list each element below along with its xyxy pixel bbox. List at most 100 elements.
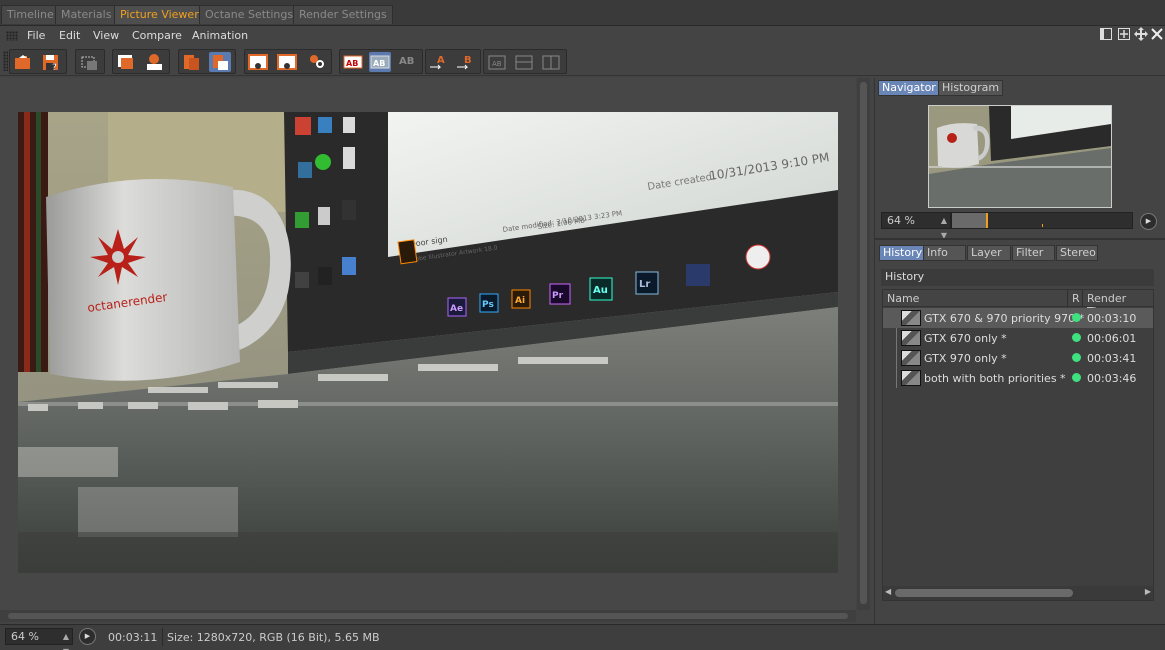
panel-tab-bar: Timeline Materials Picture Viewer Octane… [0,0,1165,26]
view-actual-icon[interactable] [276,52,298,72]
svg-text:AB: AB [346,59,358,68]
dock-au-icon: Au [593,285,608,296]
svg-text:AB: AB [373,59,385,68]
tab-render-settings[interactable]: Render Settings [293,5,393,24]
status-bar: 64 % ▲▼ ▶ 00:03:11 Size: 1280x720, RGB (… [0,624,1165,650]
status-zoom-field[interactable]: 64 % ▲▼ [5,628,73,650]
status-play-icon[interactable]: ▶ [79,628,96,645]
set-b-icon[interactable]: B [455,52,477,72]
svg-text:A: A [437,55,445,66]
toolbar-group-ab: A B [425,49,481,74]
layers-icon[interactable] [181,52,203,72]
history-row-name: GTX 670 & 970 priority 970 * [924,312,1085,325]
tab-navigator[interactable]: Navigator [878,80,940,96]
column-r[interactable]: R [1072,292,1080,305]
scroll-right-icon[interactable]: ▶ [1145,587,1151,596]
tab-filter[interactable]: Filter [1012,245,1055,261]
compare-split-icon[interactable]: AB [369,52,391,72]
menu-animation[interactable]: Animation [192,29,248,42]
toolbar-group-compare: AB AB AB [339,49,423,74]
picture-viewer-canvas[interactable]: Door sign Adobe Illustrator Artwork 18.0… [0,78,856,610]
tab-octane-settings[interactable]: Octane Settings [199,5,300,24]
history-row-time: 00:06:01 [1087,332,1137,345]
dock-ai-icon: Ai [515,296,525,306]
toolbar-group-layers [178,49,236,74]
tab-info[interactable]: Info [923,245,966,261]
dock-lr-icon: Lr [639,279,650,290]
navigator-zoom-value: 64 % [887,214,915,227]
tab-picture-viewer[interactable]: Picture Viewer [114,5,205,24]
viewer-horizontal-scrollbar[interactable] [0,610,856,622]
status-image-size: Size: 1280x720, RGB (16 Bit), 5.65 MB [167,631,380,644]
history-table: Name R Render Time GTX 670 & 970 priorit… [882,289,1154,601]
status-zoom-value: 64 % [11,630,39,643]
panel-layout-icon[interactable] [1100,28,1112,40]
save-as-icon[interactable]: ? [40,52,62,72]
status-dot-icon [1072,353,1081,362]
history-row-time: 00:03:41 [1087,352,1137,365]
status-dot-icon [1072,333,1081,342]
toolbar-group-view [244,49,332,74]
toolbar-grip[interactable] [3,51,8,71]
right-panel: Navigator Histogram 64 % ▲ ▼ ▶ History In… [874,78,1165,624]
menu-edit[interactable]: Edit [59,29,80,42]
status-dot-icon [1072,313,1081,322]
column-name[interactable]: Name [887,292,919,305]
navigator-zoom-field[interactable]: 64 % ▲ ▼ [881,212,951,240]
history-thumbnail [901,350,921,366]
viewer-vertical-scrollbar[interactable] [857,78,870,610]
set-a-icon[interactable]: A [428,52,450,72]
tab-timeline[interactable]: Timeline [1,5,60,24]
view-users-icon[interactable] [305,52,327,72]
history-row-time: 00:03:46 [1087,372,1137,385]
view-fit-icon[interactable] [247,52,269,72]
layout-vertical-icon[interactable] [540,52,562,72]
tab-histogram[interactable]: Histogram [938,80,1004,96]
navigator-thumbnail[interactable] [928,105,1112,208]
scroll-left-icon[interactable]: ◀ [885,587,891,596]
tab-materials[interactable]: Materials [55,5,118,24]
close-panel-icon[interactable] [1151,28,1163,40]
status-dot-icon [1072,373,1081,382]
history-row-name: both with both priorities * [924,372,1066,385]
compare-ab-icon[interactable]: AB [342,52,364,72]
grip-handle[interactable] [6,31,18,41]
zoom-slider-fill [952,213,988,228]
history-row[interactable]: both with both priorities * 00:03:46 [883,368,1153,388]
history-row-name: GTX 970 only * [924,352,1007,365]
history-table-header: Name R Render Time [883,290,1153,318]
open-file-icon[interactable] [12,52,34,72]
menu-compare[interactable]: Compare [132,29,182,42]
toolbar-group-layout: AB [483,49,567,74]
history-row[interactable]: GTX 970 only * 00:03:41 [883,348,1153,368]
navigator-play-icon[interactable]: ▶ [1140,213,1157,230]
panel-separator [875,238,1165,240]
spinner-arrows-icon[interactable]: ▲▼ [63,629,69,650]
dock-pr-icon: Pr [552,291,564,301]
navigator-zoom-slider[interactable] [951,212,1133,229]
toolbar: ? AB AB AB A B AB [0,46,1165,76]
copy-icon[interactable] [79,52,101,72]
tab-history[interactable]: History [879,245,927,261]
render-region-icon[interactable] [115,52,137,72]
dock-ae-icon: Ae [450,304,463,314]
history-header: History [881,269,1154,286]
history-horizontal-scrollbar[interactable]: ◀ ▶ [883,586,1153,600]
render-person-icon[interactable] [143,52,165,72]
toolbar-group-copy [75,49,105,74]
new-panel-icon[interactable] [1118,28,1130,40]
single-pass-icon[interactable] [209,52,231,72]
layout-single-icon[interactable]: AB [486,52,508,72]
scrollbar-thumb[interactable] [895,589,1073,597]
compare-swap-icon[interactable]: AB [396,52,418,72]
menu-view[interactable]: View [93,29,119,42]
history-row[interactable]: GTX 670 & 970 priority 970 * 00:03:10 [883,308,1153,328]
tab-layer[interactable]: Layer [967,245,1011,261]
toolbar-group-file: ? [9,49,67,74]
render-image: Door sign Adobe Illustrator Artwork 18.0… [18,112,838,573]
menu-file[interactable]: File [27,29,45,42]
layout-horizontal-icon[interactable] [513,52,535,72]
move-panel-icon[interactable] [1134,27,1148,41]
history-row[interactable]: GTX 670 only * 00:06:01 [883,328,1153,348]
tab-stereo[interactable]: Stereo [1056,245,1098,261]
